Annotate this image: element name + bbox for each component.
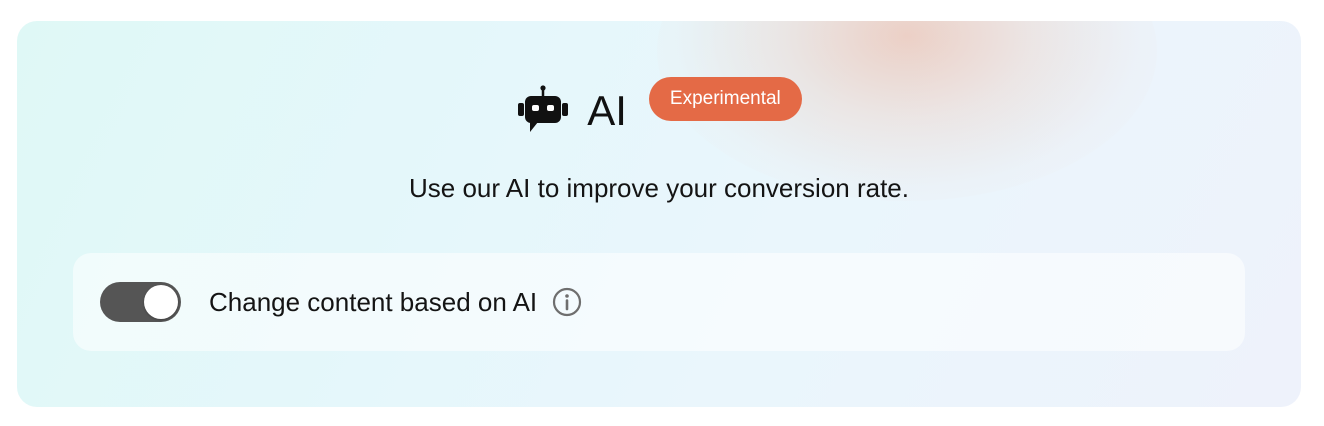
ai-content-option-row: Change content based on AI <box>73 253 1245 351</box>
card-header: AI Experimental <box>17 77 1301 136</box>
card-subtitle: Use our AI to improve your conversion ra… <box>408 173 909 203</box>
ai-settings-card: AI Experimental Use our AI to improve yo… <box>17 21 1301 407</box>
toggle-knob <box>144 285 178 319</box>
experimental-badge: Experimental <box>648 77 802 121</box>
page-title: AI <box>587 87 627 134</box>
robot-icon <box>516 85 570 135</box>
info-icon[interactable] <box>552 287 582 317</box>
ai-content-option-label: Change content based on AI <box>209 286 538 317</box>
ai-content-toggle[interactable] <box>100 282 181 322</box>
